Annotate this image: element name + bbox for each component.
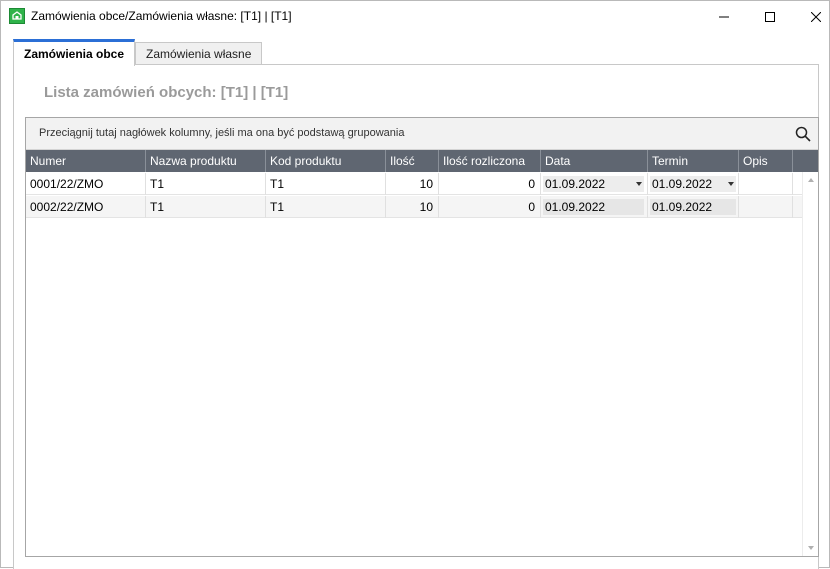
scroll-up-icon[interactable] bbox=[808, 178, 814, 182]
date-picker-data[interactable]: 01.09.2022 bbox=[543, 199, 644, 215]
search-icon[interactable] bbox=[795, 126, 811, 142]
column-header-data[interactable]: Data bbox=[541, 150, 648, 172]
orders-grid: Przeciągnij tutaj nagłówek kolumny, jeśl… bbox=[25, 117, 819, 557]
maximize-icon bbox=[765, 11, 775, 22]
cell-numer: 0001/22/ZMO bbox=[26, 173, 146, 195]
window-title: Zamówienia obce/Zamówienia własne: [T1] … bbox=[31, 9, 292, 23]
date-picker-termin[interactable]: 01.09.2022 bbox=[650, 176, 736, 192]
list-title: Lista zamówień obcych: [T1] | [T1] bbox=[44, 84, 289, 101]
cell-kod-produktu: T1 bbox=[266, 196, 386, 218]
cell-kod-produktu: T1 bbox=[266, 173, 386, 195]
close-button[interactable] bbox=[793, 1, 830, 32]
cell-numer: 0002/22/ZMO bbox=[26, 196, 146, 218]
table-row[interactable]: 0001/22/ZMO T1 T1 10 0 01.09.2022 01.09.… bbox=[26, 173, 802, 195]
close-icon bbox=[811, 11, 821, 22]
cell-ilosc-rozliczona: 0 bbox=[439, 196, 541, 218]
column-header-ilosc[interactable]: Ilość bbox=[386, 150, 439, 172]
tab-zamowienia-wlasne[interactable]: Zamówienia własne bbox=[135, 42, 262, 65]
cell-opis bbox=[739, 196, 793, 218]
tab-bar: Zamówienia obce Zamówienia własne bbox=[13, 39, 818, 66]
cell-nazwa-produktu: T1 bbox=[146, 196, 266, 218]
minimize-button[interactable] bbox=[701, 1, 747, 32]
tab-zamowienia-obce[interactable]: Zamówienia obce bbox=[13, 39, 135, 66]
column-header-termin[interactable]: Termin bbox=[648, 150, 739, 172]
cell-ilosc-rozliczona: 0 bbox=[439, 173, 541, 195]
chevron-down-icon[interactable] bbox=[636, 182, 642, 186]
column-header-opis[interactable]: Opis bbox=[739, 150, 793, 172]
scroll-down-icon[interactable] bbox=[808, 546, 814, 550]
minimize-icon bbox=[719, 16, 729, 17]
chevron-down-icon[interactable] bbox=[728, 182, 734, 186]
cell-ilosc: 10 bbox=[386, 173, 439, 195]
maximize-button[interactable] bbox=[747, 1, 793, 32]
table-row[interactable]: 0002/22/ZMO T1 T1 10 0 01.09.2022 01.09.… bbox=[26, 196, 802, 218]
cell-nazwa-produktu: T1 bbox=[146, 173, 266, 195]
tab-panel: Lista zamówień obcych: [T1] | [T1] Przec… bbox=[13, 64, 819, 569]
cell-ilosc: 10 bbox=[386, 196, 439, 218]
column-header-ilosc-rozliczona[interactable]: Ilość rozliczona bbox=[439, 150, 541, 172]
grid-header: Numer Nazwa produktu Kod produktu Ilość … bbox=[26, 150, 818, 172]
column-header-kod-produktu[interactable]: Kod produktu bbox=[266, 150, 386, 172]
app-window: Zamówienia obce/Zamówienia własne: [T1] … bbox=[0, 0, 830, 569]
column-header-numer[interactable]: Numer bbox=[26, 150, 146, 172]
column-header-nazwa-produktu[interactable]: Nazwa produktu bbox=[146, 150, 266, 172]
cell-termin[interactable]: 01.09.2022 bbox=[648, 173, 739, 195]
group-hint: Przeciągnij tutaj nagłówek kolumny, jeśl… bbox=[39, 127, 405, 139]
title-bar: Zamówienia obce/Zamówienia własne: [T1] … bbox=[1, 1, 829, 32]
group-by-panel[interactable]: Przeciągnij tutaj nagłówek kolumny, jeśl… bbox=[26, 118, 818, 150]
date-picker-termin[interactable]: 01.09.2022 bbox=[650, 199, 736, 215]
vertical-scrollbar[interactable] bbox=[802, 172, 818, 556]
cell-opis bbox=[739, 173, 793, 195]
app-icon bbox=[9, 8, 25, 24]
cell-data[interactable]: 01.09.2022 bbox=[541, 196, 648, 218]
cell-data[interactable]: 01.09.2022 bbox=[541, 173, 648, 195]
date-picker-data[interactable]: 01.09.2022 bbox=[543, 176, 644, 192]
cell-termin[interactable]: 01.09.2022 bbox=[648, 196, 739, 218]
